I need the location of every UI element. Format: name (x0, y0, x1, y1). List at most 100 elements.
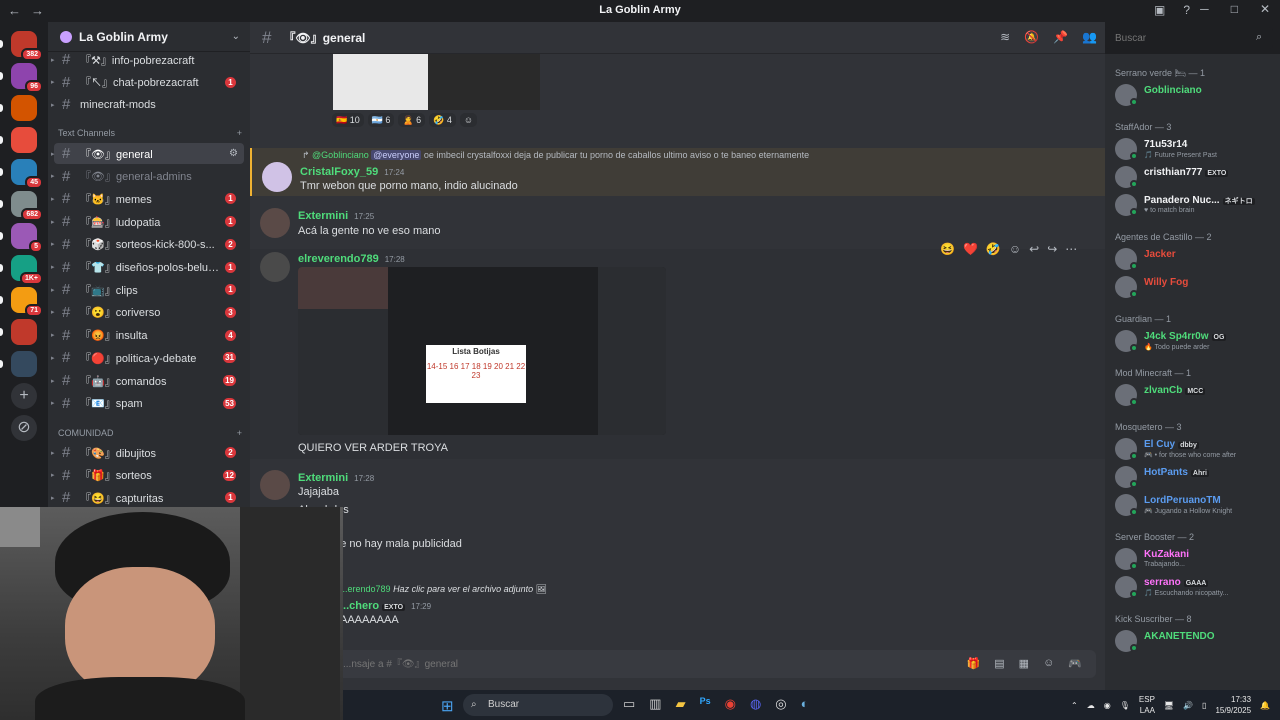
add-server-button[interactable]: + (11, 383, 37, 409)
app-icon[interactable]: ◎ (775, 696, 786, 712)
reaction[interactable]: ☺ (459, 113, 478, 127)
member-item[interactable]: Panadero Nuc... ネギトロ ♥ to match brain (1113, 192, 1278, 218)
message-author[interactable]: CristalFoxy_59 17:24 (300, 166, 404, 178)
message-author[interactable]: Extermini 17:28 (298, 472, 374, 484)
help-icon[interactable]: ? (1183, 3, 1190, 17)
chevron-up-icon[interactable]: ⌃ (1071, 701, 1078, 710)
reaction[interactable]: 🤣 4 (429, 113, 456, 127)
channel-item[interactable]: ▸ # 『😮』coriverso 3 (51, 302, 244, 323)
member-item[interactable]: LordPeruanoTM 🎮 Jugando a Hollow Knight (1113, 492, 1278, 518)
member-item[interactable]: J4ck Sp4rr0w OG 🔥 Todo puede arder (1113, 328, 1278, 354)
emoji-icon[interactable]: ☺ (1043, 657, 1054, 670)
minimize-button[interactable]: ─ (1200, 2, 1209, 16)
chevron-down-icon[interactable]: ⌄ (232, 31, 240, 42)
close-button[interactable]: ✕ (1260, 2, 1270, 16)
member-item[interactable]: Willy Fog (1113, 274, 1278, 300)
chrome-icon[interactable]: ◉ (725, 696, 736, 712)
channel-item[interactable]: ▸ # 『🎁』sorteos 12 (51, 465, 244, 486)
member-item[interactable]: Jacker (1113, 246, 1278, 272)
gif-icon[interactable]: ▤ (994, 657, 1004, 670)
inbox-icon[interactable]: ▣ (1154, 3, 1165, 17)
reply-preview[interactable]: ↱ @Goblinciano @everyone oe imbecil crys… (302, 150, 809, 161)
message-action-icon[interactable]: ❤️ (963, 242, 978, 256)
channel-item[interactable]: ▸ # 『👕』diseños-polos-beluga-ar...1 (51, 257, 244, 278)
server-icon[interactable]: 71 (11, 287, 43, 317)
server-icon[interactable] (11, 351, 37, 377)
member-item[interactable]: KuZakani Trabajando... (1113, 546, 1278, 572)
app-icon[interactable]: ◉ (1104, 701, 1111, 710)
clock[interactable]: 17:33 15/9/2025 (1215, 694, 1251, 716)
reaction[interactable]: 🇪🇸 10 (332, 113, 364, 127)
photoshop-icon[interactable]: Ps (700, 696, 711, 712)
server-icon[interactable] (11, 95, 37, 121)
avatar[interactable] (260, 470, 290, 500)
channel-item[interactable]: ▸ # 『😆』capturitas 1 (51, 487, 244, 508)
member-item[interactable]: cristhian777 EXTO (1113, 164, 1278, 190)
message-action-icon[interactable]: 🤣 (986, 242, 1001, 256)
folder-icon[interactable]: ▰ (676, 696, 686, 712)
category-comunidad[interactable]: COMUNIDAD + (58, 428, 242, 438)
server-icon[interactable] (11, 319, 37, 345)
network-icon[interactable]: 🖥 (1164, 701, 1174, 710)
mic-icon[interactable]: 🎙 (1120, 701, 1130, 710)
member-item[interactable]: El Cuy dbby 🎮 • for those who come after (1113, 436, 1278, 462)
channel-item[interactable]: ▸ # 『😡』insulta 4 (51, 325, 244, 346)
member-item[interactable]: HotPants Ahri (1113, 464, 1278, 490)
task-view-icon[interactable]: ▭ (623, 696, 635, 712)
guild-header[interactable]: La Goblin Army ⌄ (48, 22, 250, 52)
channel-item[interactable]: ▸ # 『📺』clips 1 (51, 279, 244, 300)
search-icon[interactable]: ⌕ (1256, 31, 1262, 44)
member-item[interactable]: 71u53r14 🎵 Future Present Past (1113, 136, 1278, 162)
message-action-icon[interactable]: ↪ (1047, 242, 1057, 256)
member-item[interactable]: zlvanCb MCC (1113, 382, 1278, 408)
channel-item[interactable]: ▸ # 『🔴』politica-y-debate 31 (51, 347, 244, 368)
channel-item[interactable]: ▸ # 『🎲』sorteos-kick-800-s... 2 (51, 234, 244, 255)
reaction[interactable]: 🙎 6 (398, 113, 426, 127)
avatar[interactable] (260, 252, 290, 282)
mute-icon[interactable]: 🔕 (1024, 30, 1039, 44)
channel-item[interactable]: ▸ # 『🎰』ludopatia 1 (51, 211, 244, 232)
channel-item[interactable]: ▸ # 『🎨』dibujitos 2 (51, 442, 244, 463)
attachment-image[interactable] (333, 54, 540, 110)
pin-icon[interactable]: 📌 (1053, 30, 1068, 44)
battery-icon[interactable]: ▯ (1202, 701, 1206, 710)
cloud-icon[interactable]: ☁ (1087, 701, 1095, 710)
channel-item[interactable]: ▸ # 『👁』general ⚙ (51, 143, 244, 164)
server-icon[interactable]: 45 (11, 159, 43, 189)
app-icon[interactable]: ▥ (649, 696, 661, 712)
app-icon[interactable]: ◐ (801, 696, 809, 712)
settings-icon[interactable]: ⚙ (229, 148, 238, 159)
message-author[interactable]: ...chero EXTO 17:29 (340, 600, 431, 612)
reply-preview[interactable]: ...erendo789 Haz clic para ver el archiv… (340, 584, 547, 595)
attachment-image[interactable]: Lista Botijas 14-15 16 17 18 19 20 21 22… (298, 267, 666, 435)
message-author[interactable]: Extermini 17:25 (298, 210, 374, 222)
server-icon[interactable] (11, 127, 37, 153)
avatar[interactable] (260, 208, 290, 238)
server-icon[interactable]: 682 (11, 191, 43, 221)
members-icon[interactable]: 👥 (1082, 30, 1097, 44)
channel-item[interactable]: ▸ # 『⚒』info-pobrezacraft (51, 49, 244, 70)
search-input[interactable] (1105, 27, 1273, 49)
message-action-icon[interactable]: ☺ (1009, 242, 1021, 256)
gift-icon[interactable]: 🎁 (967, 657, 981, 670)
taskbar-search[interactable]: ⌕ Buscar (463, 694, 613, 716)
volume-icon[interactable]: 🔊 (1183, 701, 1193, 710)
channel-item[interactable]: ▸ # 『📧』spam 53 (51, 393, 244, 414)
channel-item[interactable]: ▸ # 『🤖』comandos 19 (51, 370, 244, 391)
sticker-icon[interactable]: ▦ (1019, 657, 1029, 670)
channel-item[interactable]: ▸ # minecraft-mods (51, 94, 244, 115)
message-action-icon[interactable]: ↩ (1029, 242, 1039, 256)
server-icon[interactable]: 382 (11, 31, 43, 61)
discover-button[interactable]: ⊘ (11, 415, 37, 441)
add-channel-icon[interactable]: + (237, 428, 242, 438)
message-action-icon[interactable]: ⋯ (1065, 242, 1077, 256)
message-input[interactable] (258, 650, 858, 678)
discord-icon[interactable]: ◍ (750, 696, 761, 712)
maximize-button[interactable]: □ (1231, 2, 1238, 16)
reaction[interactable]: 🇦🇷 6 (367, 113, 395, 127)
member-item[interactable]: serrano GAAA 🎵 Escuchando nicopatty... (1113, 574, 1278, 600)
notification-icon[interactable]: 🔔 (1260, 701, 1270, 710)
member-item[interactable]: Goblinciano (1113, 82, 1278, 108)
apps-icon[interactable]: 🎮 (1068, 657, 1082, 670)
start-icon[interactable]: ⊞ (441, 697, 454, 715)
